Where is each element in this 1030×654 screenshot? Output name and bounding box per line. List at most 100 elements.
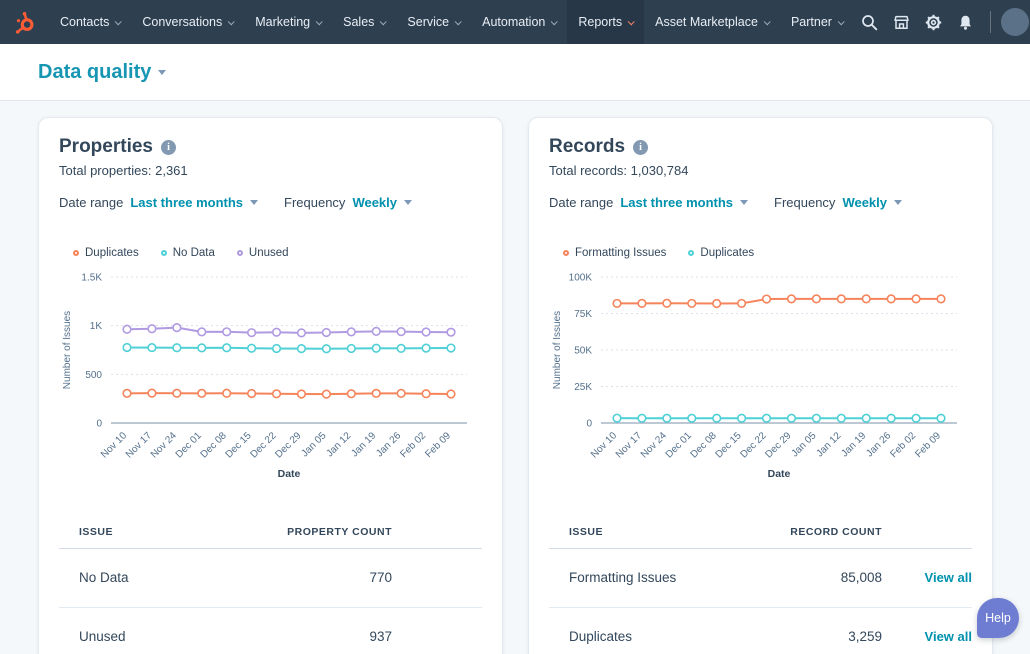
- legend-marker-icon: [161, 250, 167, 256]
- legend-marker-icon: [563, 250, 569, 256]
- legend-item-duplicates[interactable]: Duplicates: [73, 247, 139, 259]
- svg-text:Nov 24: Nov 24: [639, 430, 669, 460]
- help-button[interactable]: Help: [977, 598, 1019, 638]
- settings-icon[interactable]: [918, 0, 950, 44]
- chevron-down-icon: [455, 18, 462, 25]
- nav-item-sales[interactable]: Sales: [332, 0, 396, 44]
- svg-text:Nov 17: Nov 17: [124, 430, 154, 460]
- legend-item-unused[interactable]: Unused: [237, 247, 289, 259]
- legend-item-formatting-issues[interactable]: Formatting Issues: [563, 247, 666, 259]
- chart-legend: Formatting Issues Duplicates: [563, 247, 972, 259]
- issue-cell: Formatting Issues: [549, 549, 737, 608]
- svg-text:Jan 19: Jan 19: [839, 430, 868, 459]
- date-range-label: Date range: [59, 195, 123, 210]
- properties-card: Properties i Total properties: 2,361 Dat…: [38, 117, 503, 654]
- count-cell: 937: [185, 608, 412, 654]
- chevron-down-icon: [380, 18, 387, 25]
- card-subtitle: Total properties: 2,361: [59, 163, 482, 178]
- table-row: Duplicates3,259View all: [549, 608, 972, 654]
- chevron-down-icon: [250, 200, 258, 205]
- legend-item-duplicates[interactable]: Duplicates: [688, 247, 754, 259]
- svg-text:Nov 17: Nov 17: [614, 430, 644, 460]
- chevron-down-icon: [404, 200, 412, 205]
- nav-item-reports[interactable]: Reports: [567, 0, 644, 44]
- svg-text:1K: 1K: [90, 321, 103, 332]
- svg-text:Dec 01: Dec 01: [174, 430, 204, 460]
- nav-divider: [990, 11, 991, 33]
- avatar[interactable]: [1001, 8, 1029, 36]
- chevron-down-icon: [228, 18, 235, 25]
- card-title: Records: [549, 136, 625, 158]
- properties-issues-table: ISSUE PROPERTY COUNT No Data770Unused937: [59, 526, 482, 654]
- notifications-icon[interactable]: [950, 0, 982, 44]
- date-range-dropdown[interactable]: Last three months: [130, 195, 258, 210]
- svg-text:Dec 15: Dec 15: [714, 430, 744, 460]
- view-all-link[interactable]: View all: [925, 570, 972, 585]
- svg-text:50K: 50K: [574, 346, 592, 357]
- page-header: Data quality: [0, 44, 1030, 101]
- svg-text:0: 0: [586, 419, 592, 430]
- svg-text:Dec 01: Dec 01: [664, 430, 694, 460]
- nav-item-automation[interactable]: Automation: [471, 0, 567, 44]
- marketplace-icon[interactable]: [886, 0, 918, 44]
- filters-row: Date range Last three months Frequency W…: [549, 195, 972, 210]
- nav-item-contacts[interactable]: Contacts: [49, 0, 131, 44]
- svg-text:500: 500: [85, 370, 102, 381]
- legend-item-no-data[interactable]: No Data: [161, 247, 215, 259]
- svg-text:Number of Issues: Number of Issues: [62, 311, 73, 389]
- svg-text:Dec 22: Dec 22: [738, 430, 768, 460]
- svg-text:Nov 24: Nov 24: [149, 430, 179, 460]
- svg-text:0: 0: [96, 419, 102, 430]
- hubspot-logo[interactable]: [0, 0, 49, 44]
- table-row: Unused937: [59, 608, 482, 654]
- nav-item-asset-marketplace[interactable]: Asset Marketplace: [644, 0, 780, 44]
- svg-text:Number of Issues: Number of Issues: [552, 311, 563, 389]
- content: Properties i Total properties: 2,361 Dat…: [0, 101, 1030, 654]
- legend-marker-icon: [73, 250, 79, 256]
- svg-text:Dec 29: Dec 29: [763, 430, 793, 460]
- filters-row: Date range Last three months Frequency W…: [59, 195, 482, 210]
- page-title: Data quality: [38, 61, 151, 84]
- nav-item-conversations[interactable]: Conversations: [131, 0, 244, 44]
- nav-item-partner[interactable]: Partner: [780, 0, 854, 44]
- svg-text:25K: 25K: [574, 382, 592, 393]
- page-title-dropdown[interactable]: Data quality: [38, 61, 166, 84]
- view-all-link[interactable]: View all: [925, 629, 972, 644]
- table-row: Formatting Issues85,008 View all: [549, 549, 972, 608]
- legend-marker-icon: [688, 250, 694, 256]
- table-row: No Data770: [59, 549, 482, 608]
- date-range-dropdown[interactable]: Last three months: [620, 195, 748, 210]
- top-nav: ContactsConversationsMarketingSalesServi…: [0, 0, 1030, 44]
- nav-items: ContactsConversationsMarketingSalesServi…: [49, 0, 854, 44]
- info-icon[interactable]: i: [161, 140, 176, 155]
- svg-text:Dec 22: Dec 22: [248, 430, 278, 460]
- svg-text:75K: 75K: [574, 309, 592, 320]
- nav-item-marketing[interactable]: Marketing: [244, 0, 332, 44]
- svg-text:Nov 10: Nov 10: [589, 430, 619, 460]
- issue-cell: Duplicates: [549, 608, 737, 654]
- svg-text:100K: 100K: [569, 273, 593, 284]
- chevron-down-icon: [894, 200, 902, 205]
- search-icon[interactable]: [854, 0, 886, 44]
- frequency-label: Frequency: [284, 195, 345, 210]
- count-cell: 85,008: [737, 549, 902, 608]
- frequency-dropdown[interactable]: Weekly: [842, 195, 902, 210]
- svg-text:Feb 09: Feb 09: [423, 430, 453, 460]
- nav-item-service[interactable]: Service: [396, 0, 471, 44]
- chevron-down-icon: [115, 18, 122, 25]
- svg-text:Date: Date: [278, 468, 301, 480]
- svg-text:Jan 19: Jan 19: [349, 430, 378, 459]
- frequency-dropdown[interactable]: Weekly: [352, 195, 412, 210]
- issue-cell: No Data: [59, 549, 185, 608]
- hubspot-sprocket-icon: [12, 10, 37, 35]
- column-header: ISSUE: [549, 526, 737, 549]
- records-issues-table: ISSUE RECORD COUNT Formatting Issues85,0…: [549, 526, 972, 654]
- records-card: Records i Total records: 1,030,784 Date …: [528, 117, 993, 654]
- records-chart: 025K50K75K100KNumber of IssuesNov 10Nov …: [549, 265, 972, 486]
- svg-text:1.5K: 1.5K: [81, 273, 102, 284]
- svg-text:Dec 15: Dec 15: [224, 430, 254, 460]
- info-icon[interactable]: i: [633, 140, 648, 155]
- column-header: RECORD COUNT: [737, 526, 902, 549]
- card-title: Properties: [59, 136, 153, 158]
- frequency-label: Frequency: [774, 195, 835, 210]
